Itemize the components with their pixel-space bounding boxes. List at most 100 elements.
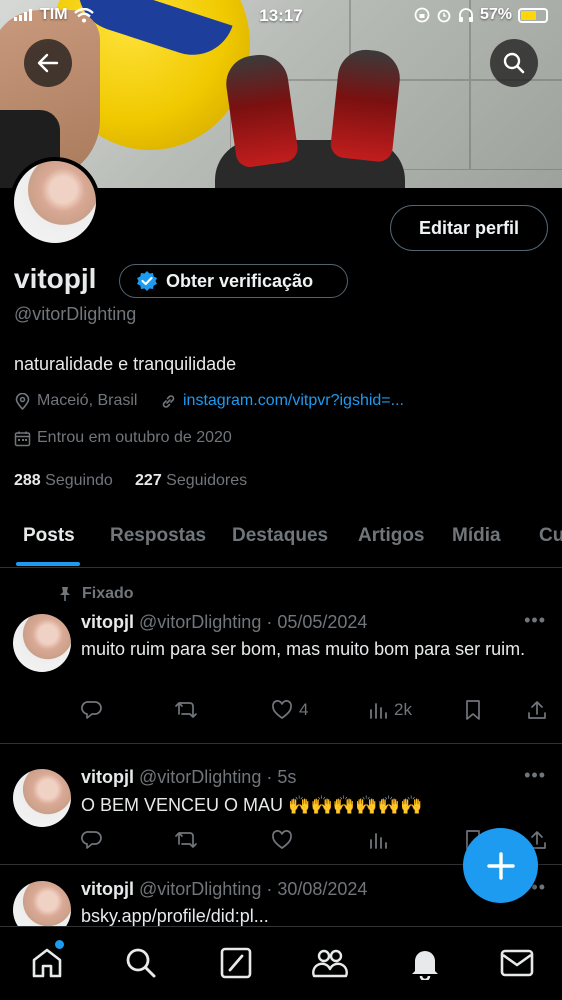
profile-website[interactable]: instagram.com/vitpvr?igshid=...	[160, 392, 404, 410]
right-shoe	[329, 47, 403, 163]
profile-tabs: Posts Respostas Destaques Artigos Mídia …	[0, 506, 562, 568]
profile-handle: @vitorDlighting	[14, 304, 137, 324]
views-chart-icon	[370, 703, 387, 719]
status-bar: TIM 13:17 57%	[0, 0, 562, 32]
tweet-avatar[interactable]	[13, 769, 71, 827]
nav-communities[interactable]	[310, 943, 350, 983]
like-button[interactable]	[271, 829, 293, 851]
tweet-date: · 30/08/2024	[266, 879, 368, 899]
back-button[interactable]	[24, 39, 72, 87]
floor-tile	[470, 80, 562, 170]
views-button[interactable]: 2k	[368, 699, 412, 721]
website-link[interactable]: instagram.com/vitpvr?igshid=...	[183, 392, 404, 410]
joined-text: Entrou em outubro de 2020	[37, 429, 232, 446]
following-count: 288	[14, 472, 41, 489]
profile-name: vitopjl	[14, 263, 97, 294]
bookmark-button[interactable]	[464, 699, 482, 721]
nav-grok[interactable]	[216, 943, 256, 983]
heart-icon	[272, 700, 292, 720]
search-button[interactable]	[490, 39, 538, 87]
followers-link[interactable]: 227 Seguidores	[135, 472, 247, 489]
tweet-handle: @vitorDlighting	[139, 879, 262, 899]
tweet-divider	[0, 743, 562, 744]
like-count: 4	[299, 700, 309, 719]
share-button[interactable]	[527, 699, 547, 721]
get-verified-label: Obter verificação	[166, 270, 314, 291]
nav-search[interactable]	[121, 943, 161, 983]
alarm-icon	[437, 9, 451, 23]
tab-likes[interactable]: Cu	[539, 525, 562, 547]
repost-button[interactable]	[174, 699, 198, 721]
followers-label: Seguidores	[166, 472, 248, 489]
pin-icon	[60, 587, 70, 601]
tab-articles[interactable]: Artigos	[358, 525, 425, 547]
tweet-author[interactable]: vitopjl	[81, 767, 134, 787]
get-verified-button[interactable]: Obter verificação	[119, 264, 348, 298]
bell-icon	[412, 951, 438, 980]
repost-button[interactable]	[174, 829, 198, 851]
heart-icon	[272, 830, 292, 850]
reply-icon	[81, 701, 102, 719]
location-pin-icon	[15, 392, 30, 410]
bookmark-icon	[466, 700, 480, 720]
profile-avatar[interactable]	[10, 157, 100, 247]
tweet-text: muito ruim para ser bom, mas muito bom p…	[81, 639, 526, 659]
followers-count: 227	[135, 472, 162, 489]
share-icon	[528, 701, 546, 719]
search-icon	[503, 52, 525, 74]
following-label: Seguindo	[45, 472, 113, 489]
like-button[interactable]: 4	[271, 699, 308, 721]
tweet-handle: @vitorDlighting	[139, 612, 262, 632]
tweet-author[interactable]: vitopjl	[81, 879, 134, 899]
tweet-date: · 05/05/2024	[266, 612, 368, 632]
tweet-header: vitopjl @vitorDlighting · 5s	[81, 767, 296, 788]
tweet-header: vitopjl @vitorDlighting · 05/05/2024	[81, 612, 367, 633]
following-link[interactable]: 288 Seguindo	[14, 472, 113, 489]
envelope-icon	[500, 949, 534, 977]
edit-profile-button[interactable]: Editar perfil	[390, 205, 548, 251]
active-tab-indicator	[16, 562, 80, 566]
calendar-icon	[14, 431, 31, 446]
communities-icon	[312, 949, 348, 978]
tweet-more-icon[interactable]: •••	[524, 610, 546, 631]
views-chart-icon	[370, 833, 387, 849]
tab-posts[interactable]: Posts	[23, 525, 75, 547]
battery-percent: 57%	[479, 6, 512, 23]
location-text: Maceió, Brasil	[37, 392, 138, 409]
pinned-text: Fixado	[82, 585, 134, 602]
tab-replies[interactable]: Respostas	[110, 525, 206, 547]
status-right: 57%	[414, 6, 548, 24]
tweet-actions: 4 2k	[81, 699, 551, 723]
verified-badge-icon	[137, 271, 157, 291]
views-count: 2k	[394, 700, 412, 719]
profile-location: Maceió, Brasil	[14, 392, 137, 410]
home-icon	[32, 948, 62, 978]
compose-button[interactable]	[463, 828, 538, 903]
nav-notifications[interactable]	[405, 943, 445, 983]
reply-button[interactable]	[81, 699, 103, 721]
profile-bio: naturalidade e tranquilidade	[14, 354, 237, 374]
tweet-more-icon[interactable]: •••	[524, 765, 546, 786]
tab-media[interactable]: Mídia	[452, 525, 501, 547]
grok-icon	[220, 947, 252, 979]
nav-home[interactable]	[27, 943, 67, 983]
tweet-author[interactable]: vitopjl	[81, 612, 134, 632]
profile-joined: Entrou em outubro de 2020	[14, 429, 232, 447]
home-notification-dot	[55, 940, 64, 949]
follow-counts: 288 Seguindo 227 Seguidores	[14, 472, 247, 490]
reply-button[interactable]	[81, 829, 103, 851]
bottom-nav	[0, 926, 562, 1000]
search-icon	[126, 948, 156, 978]
nav-messages[interactable]	[497, 943, 537, 983]
orientation-lock-icon	[414, 7, 430, 23]
tab-highlights[interactable]: Destaques	[232, 525, 328, 547]
pinned-label: Fixado	[58, 585, 134, 603]
tweet-text: O BEM VENCEU O MAU 🙌🙌🙌🙌🙌🙌	[81, 795, 423, 815]
headphones-icon	[458, 8, 473, 22]
tweet-handle: @vitorDlighting	[139, 767, 262, 787]
link-icon	[162, 394, 175, 408]
tweet-avatar[interactable]	[13, 614, 71, 672]
battery-icon	[518, 7, 548, 23]
views-button[interactable]	[368, 829, 388, 851]
repost-icon	[175, 832, 197, 848]
